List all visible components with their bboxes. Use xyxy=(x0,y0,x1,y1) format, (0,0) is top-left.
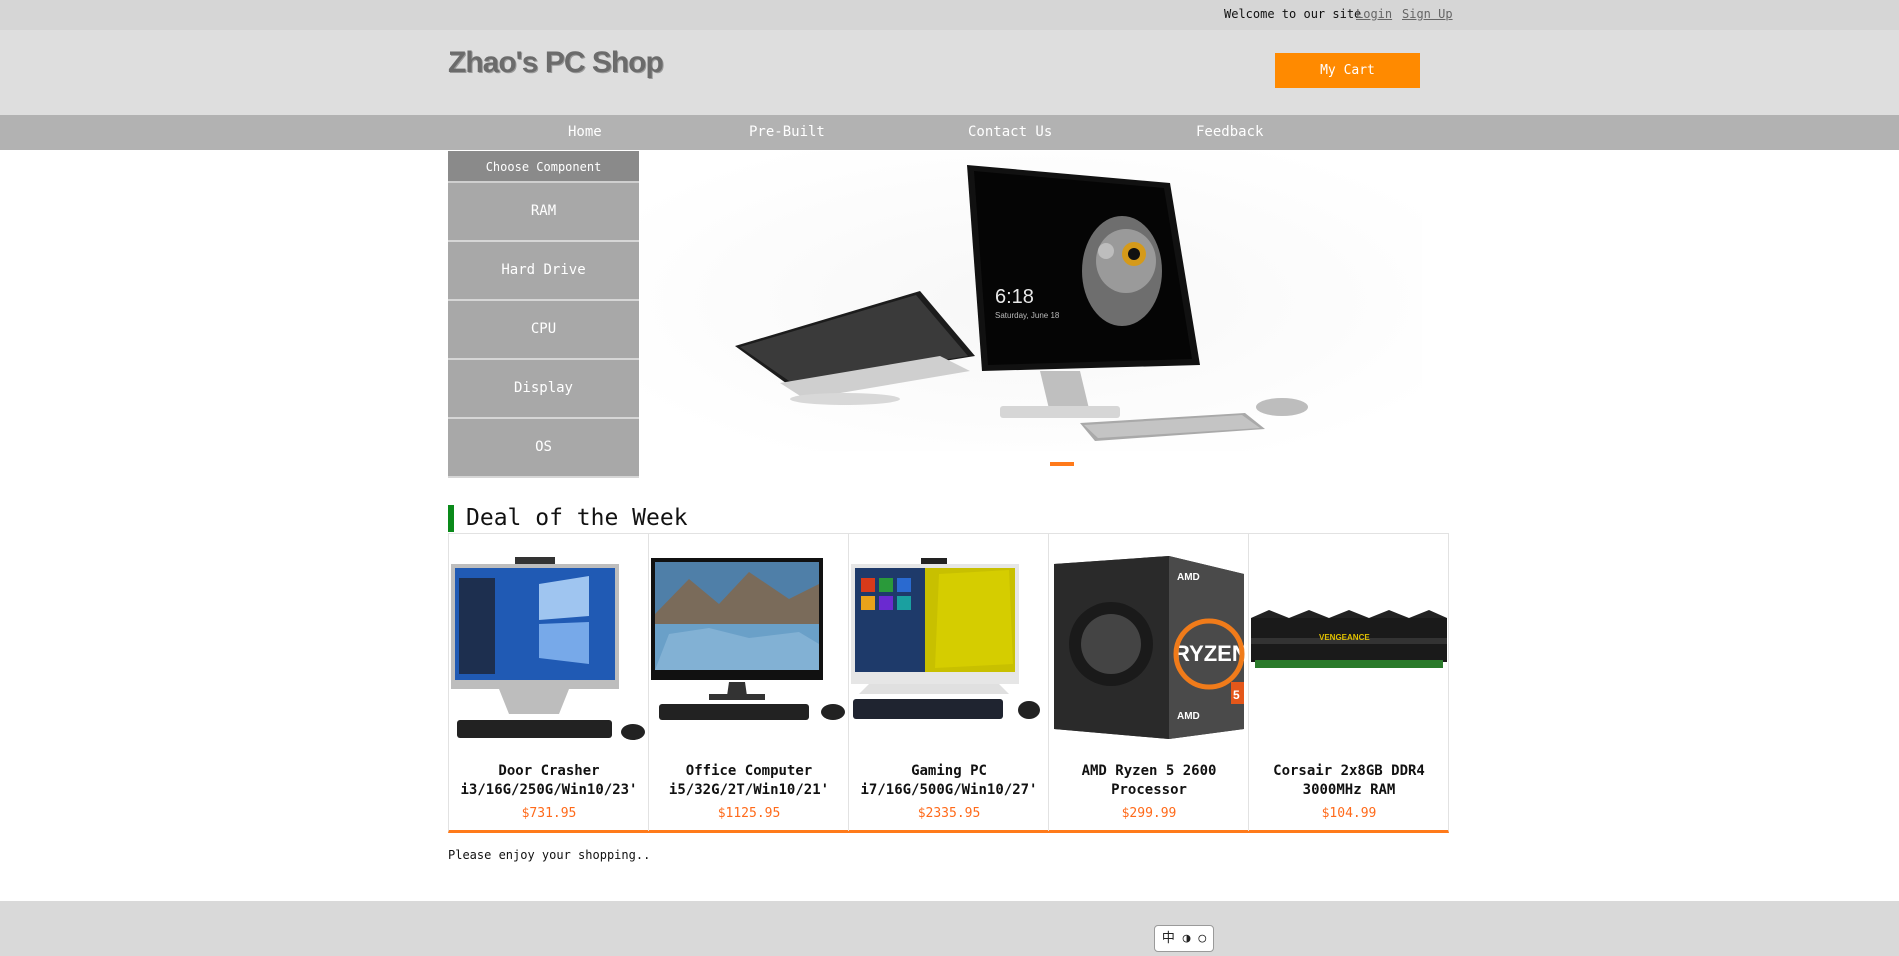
ryzen-tier-badge: 5 xyxy=(1233,688,1240,702)
welcome-text: Welcome to our site xyxy=(1224,7,1362,21)
product-name: Office Computer i5/32G/2T/Win10/21' xyxy=(668,763,830,798)
deal-title-accent xyxy=(448,505,454,532)
product-card[interactable]: Gaming PC i7/16G/500G/Win10/27' $2335.95 xyxy=(849,534,1049,831)
product-name: Corsair 2x8GB DDR4 3000MHz RAM xyxy=(1273,763,1425,798)
nav-pre-built[interactable]: Pre-Built xyxy=(749,115,825,150)
hero-image: 6:18 Saturday, June 18 xyxy=(640,151,1422,451)
product-card[interactable]: VENGEANCE Corsair 2x8GB DDR4 3000MHz RAM… xyxy=(1249,534,1449,831)
product-price: $104.99 xyxy=(1321,806,1377,821)
sidebar-item-display[interactable]: Display xyxy=(448,360,639,419)
hero-clock-date: Saturday, June 18 xyxy=(995,311,1060,320)
sidebar-heading: Choose Component xyxy=(448,151,639,183)
footer xyxy=(0,901,1899,956)
product-name: AMD Ryzen 5 2600 Processor xyxy=(1081,763,1217,798)
hero-clock-time: 6:18 xyxy=(995,286,1034,308)
product-name: Gaming PC i7/16G/500G/Win10/27' xyxy=(860,763,1038,798)
nav-contact-us[interactable]: Contact Us xyxy=(968,115,1052,150)
ram-brand-text: VENGEANCE xyxy=(1319,633,1370,642)
product-image-corsair-ram: VENGEANCE xyxy=(1251,610,1447,668)
product-price: $1125.95 xyxy=(717,806,781,821)
deal-of-the-week-heading: Deal of the Week xyxy=(466,505,688,531)
ryzen-logo-text: RYZEN xyxy=(1174,641,1248,666)
product-price: $299.99 xyxy=(1121,806,1177,821)
sidebar-item-ram[interactable]: RAM xyxy=(448,183,639,242)
sidebar-item-hard-drive[interactable]: Hard Drive xyxy=(448,242,639,301)
sidebar-item-cpu[interactable]: CPU xyxy=(448,301,639,360)
amd-logo-bottom: AMD xyxy=(1177,711,1200,722)
main-nav: Home Pre-Built Contact Us Feedback xyxy=(0,115,1899,150)
login-link[interactable]: Login xyxy=(1356,7,1392,21)
nav-feedback[interactable]: Feedback xyxy=(1196,115,1263,150)
site-logo[interactable]: Zhao's PC Shop xyxy=(448,46,664,80)
product-price: $731.95 xyxy=(521,806,577,821)
amd-logo-top: AMD xyxy=(1177,572,1200,583)
sidebar-item-os[interactable]: OS xyxy=(448,419,639,478)
product-image-door-crasher xyxy=(451,557,645,740)
component-sidebar: Choose Component RAM Hard Drive CPU Disp… xyxy=(448,151,639,478)
deal-products: Door Crasher i3/16G/250G/Win10/23' $731.… xyxy=(448,533,1449,833)
footer-note: Please enjoy your shopping.. xyxy=(448,848,651,862)
nav-home[interactable]: Home xyxy=(568,115,602,150)
header xyxy=(0,30,1899,115)
product-card[interactable]: RYZEN AMD AMD 5 AMD Ryzen 5 2600 Process… xyxy=(1049,534,1249,831)
product-card[interactable]: Office Computer i5/32G/2T/Win10/21' $112… xyxy=(649,534,849,831)
product-name: Door Crasher i3/16G/250G/Win10/23' xyxy=(460,763,638,798)
slider-indicator-dot[interactable] xyxy=(1050,462,1074,466)
product-image-gaming-pc xyxy=(851,558,1040,719)
top-bar: Welcome to our site Login Sign Up xyxy=(0,0,1899,30)
product-price: $2335.95 xyxy=(917,806,981,821)
product-image-office-computer xyxy=(651,558,845,720)
hero-slider[interactable]: 6:18 Saturday, June 18 xyxy=(640,151,1422,451)
my-cart-button[interactable]: My Cart xyxy=(1275,53,1420,88)
signup-link[interactable]: Sign Up xyxy=(1402,7,1453,21)
product-image-ryzen-processor: RYZEN AMD AMD 5 xyxy=(1054,556,1248,739)
product-card[interactable]: Door Crasher i3/16G/250G/Win10/23' $731.… xyxy=(449,534,649,831)
ime-indicator[interactable]: 中 ◑ ○ xyxy=(1154,925,1214,952)
